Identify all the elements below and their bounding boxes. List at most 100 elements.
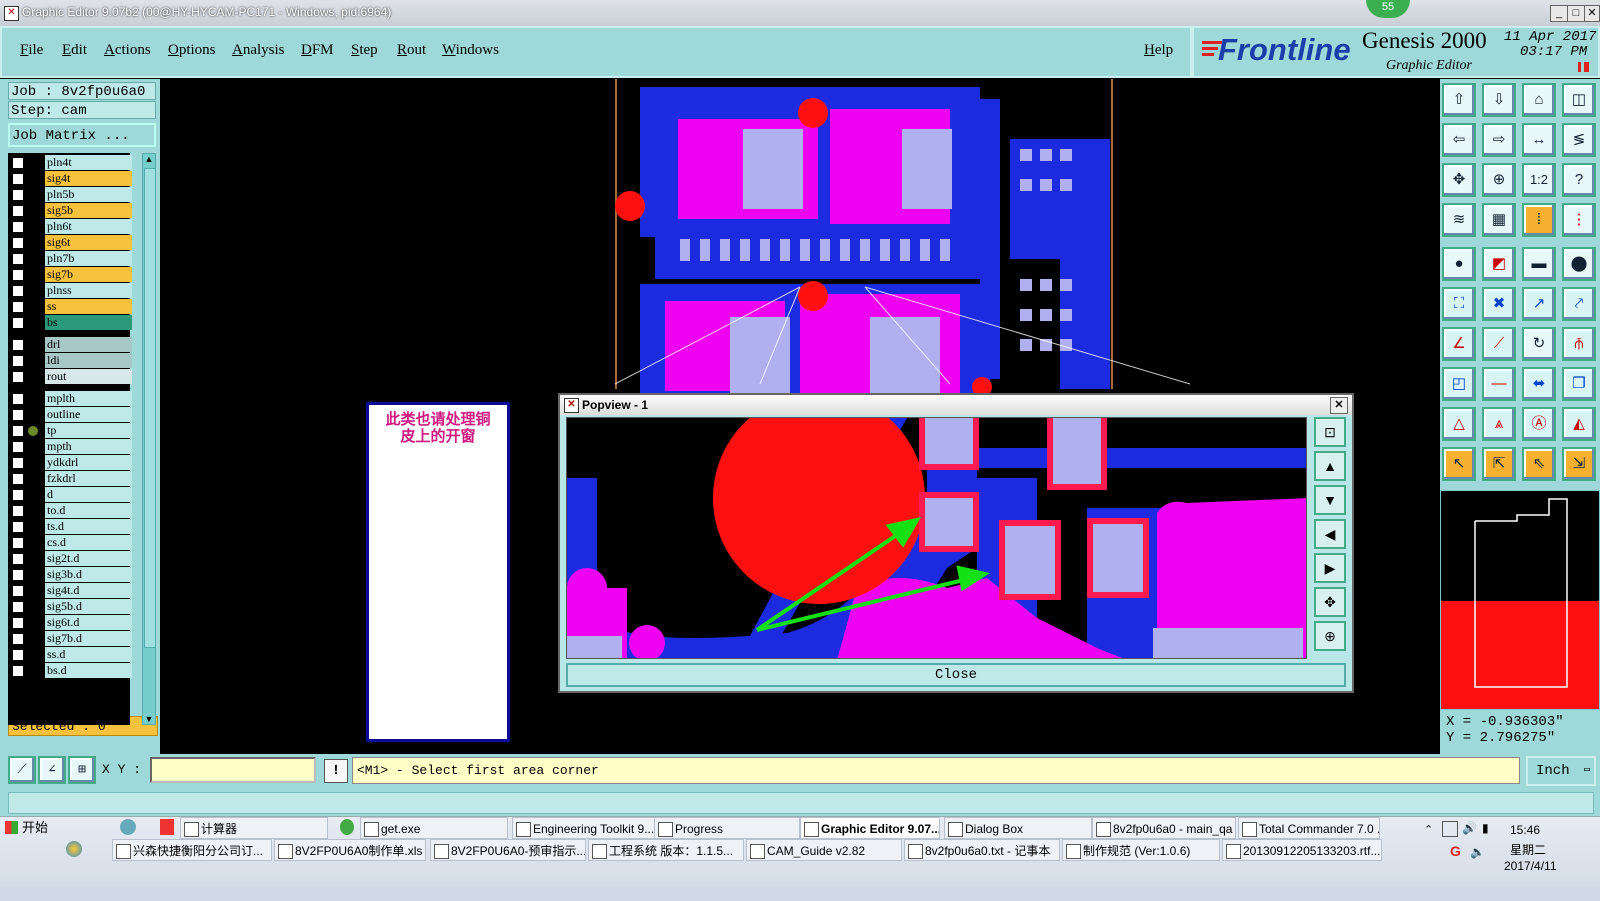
layer-name[interactable]: sig4t.d [45, 583, 132, 598]
layer-checkbox[interactable] [12, 355, 24, 367]
layer-row-sig3b.d[interactable]: sig3b.d [8, 567, 132, 582]
taskbar-button[interactable]: Graphic Editor 9.07... [800, 817, 940, 839]
layer-name[interactable]: ss.d [45, 647, 132, 662]
cross-pad-icon[interactable]: ✖ [1482, 287, 1516, 321]
snap-icon[interactable]: ⁞ [1522, 203, 1556, 237]
close-window-button[interactable]: ✕ [1584, 5, 1600, 22]
layer-row-tp[interactable]: tp [8, 423, 132, 438]
layer-checkbox[interactable] [12, 253, 24, 265]
menu-windows[interactable]: Windows [442, 42, 499, 59]
tray-network-icon[interactable]: ▮ [1482, 821, 1489, 835]
layer-name[interactable]: pln4t [45, 155, 132, 170]
slope-line-icon[interactable]: ⟋ [1482, 327, 1516, 361]
circle-pad-icon[interactable]: ⬤ [1562, 247, 1596, 281]
layer-checkbox[interactable] [12, 585, 24, 597]
layer-checkbox[interactable] [12, 457, 24, 469]
layer-name[interactable]: sig5b.d [45, 599, 132, 614]
tray-app-icon[interactable]: G [1450, 843, 1461, 859]
layer-row-bs.d[interactable]: bs.d [8, 663, 132, 678]
layer-checkbox[interactable] [12, 617, 24, 629]
menu-help[interactable]: Help [1144, 42, 1173, 59]
triangle-d-icon[interactable]: ◭ [1562, 407, 1596, 441]
layer-name[interactable]: sig7b [45, 267, 132, 282]
taskbar-button[interactable]: Dialog Box [944, 817, 1092, 839]
pad-info-icon[interactable]: ● [1442, 247, 1476, 281]
rotate-icon[interactable]: ↻ [1522, 327, 1556, 361]
connect-snap-icon[interactable]: ⋮ [1562, 203, 1596, 237]
copy-pad-icon[interactable]: ❐ [1562, 367, 1596, 401]
triangle-a-icon[interactable]: △ [1442, 407, 1476, 441]
layer-checkbox[interactable] [12, 409, 24, 421]
layer-name[interactable]: fzkdrl [45, 471, 132, 486]
box-mode-icon[interactable]: ⊞ [68, 756, 96, 784]
popview-zoom-fit-button[interactable]: ⊡ [1314, 417, 1346, 447]
layer-name[interactable]: sig7b.d [45, 631, 132, 646]
layer-row-sig2t.d[interactable]: sig2t.d [8, 551, 132, 566]
layer-row-pln4t[interactable]: pln4t [8, 155, 132, 170]
layer-name[interactable]: tp [45, 423, 132, 438]
layer-checkbox[interactable] [12, 505, 24, 517]
taskbar-button[interactable]: 制作规范 (Ver:1.0.6) [1062, 839, 1220, 861]
quicklaunch-pdf-icon[interactable] [160, 819, 174, 835]
layer-checkbox[interactable] [12, 569, 24, 581]
layer-row-pln7b[interactable]: pln7b [8, 251, 132, 266]
angle-mode-icon[interactable]: ∠ [38, 756, 66, 784]
grid-icon[interactable]: ▦ [1482, 203, 1516, 237]
scroll-thumb[interactable] [144, 168, 156, 648]
layer-row-ss.d[interactable]: ss.d [8, 647, 132, 662]
layer-name[interactable]: ts.d [45, 519, 132, 534]
layer-row-to.d[interactable]: to.d [8, 503, 132, 518]
notification-badge[interactable]: 55 [1366, 0, 1410, 18]
layer-row-cs.d[interactable]: cs.d [8, 535, 132, 550]
layer-checkbox[interactable] [12, 425, 24, 437]
popview-pan-right-button[interactable]: ▶ [1314, 553, 1346, 583]
dash-line-icon[interactable]: — [1482, 367, 1516, 401]
layer-checkbox[interactable] [12, 301, 24, 313]
layer-name[interactable]: mpth [45, 439, 132, 454]
menu-file[interactable]: File [20, 42, 43, 59]
layer-name[interactable]: bs.d [45, 663, 132, 678]
clock-time[interactable]: 15:46 [1510, 823, 1540, 837]
maximize-button[interactable]: □ [1567, 5, 1585, 22]
quicklaunch-icon-1[interactable] [120, 819, 136, 835]
pan-right-icon[interactable]: ⇨ [1482, 123, 1516, 157]
xy-input[interactable] [150, 757, 316, 783]
menu-edit[interactable]: Edit [62, 42, 87, 59]
zoom-out-icon[interactable]: ⊕ [1482, 163, 1516, 197]
layer-row-d[interactable]: d [8, 487, 132, 502]
settings-knob-icon[interactable]: ≋ [1442, 203, 1476, 237]
layer-row-pln6t[interactable]: pln6t [8, 219, 132, 234]
menu-options[interactable]: Options [168, 42, 216, 59]
triangle-c-icon[interactable]: Ⓐ [1522, 407, 1556, 441]
units-selector[interactable]: Inch ▭ [1526, 756, 1596, 786]
snap-pad-icon[interactable]: ◰ [1442, 367, 1476, 401]
redraw-icon[interactable]: ≶ [1562, 123, 1596, 157]
menu-rout[interactable]: Rout [397, 42, 426, 59]
popview-zoom-in-button[interactable]: ✥ [1314, 587, 1346, 617]
layer-name[interactable]: pln5b [45, 187, 132, 202]
select-feature-icon[interactable]: ⇱ [1482, 447, 1516, 481]
quicklaunch-icon-2[interactable] [66, 841, 82, 857]
layer-checkbox[interactable] [12, 173, 24, 185]
layer-name[interactable]: sig2t.d [45, 551, 132, 566]
layer-checkbox[interactable] [12, 633, 24, 645]
layer-row-sig5b[interactable]: sig5b [8, 203, 132, 218]
layer-checkbox[interactable] [12, 237, 24, 249]
menu-analysis[interactable]: Analysis [232, 42, 285, 59]
layer-checkbox[interactable] [12, 339, 24, 351]
tray-volume-icon[interactable]: 🔊 [1462, 821, 1477, 835]
layer-checkbox[interactable] [12, 317, 24, 329]
layer-row-sig4t.d[interactable]: sig4t.d [8, 583, 132, 598]
scroll-up-icon[interactable]: ▲ [144, 154, 154, 164]
popview-close-icon[interactable]: ✕ [1330, 397, 1348, 414]
taskbar-button[interactable]: Progress [654, 817, 800, 839]
popview-pan-left-button[interactable]: ◀ [1314, 519, 1346, 549]
taskbar-button[interactable]: 8V2FP0U6A0-预审指示... [430, 839, 586, 861]
layer-name[interactable]: ydkdrl [45, 455, 132, 470]
zoom-previous-icon[interactable]: ↔ [1522, 123, 1556, 157]
layer-checkbox[interactable] [12, 157, 24, 169]
layer-row-plnss[interactable]: plnss [8, 283, 132, 298]
add-arc-icon[interactable]: ⤤ [1562, 287, 1596, 321]
menu-dfm[interactable]: DFM [301, 42, 334, 59]
popview-close-button[interactable]: Close [566, 663, 1346, 687]
